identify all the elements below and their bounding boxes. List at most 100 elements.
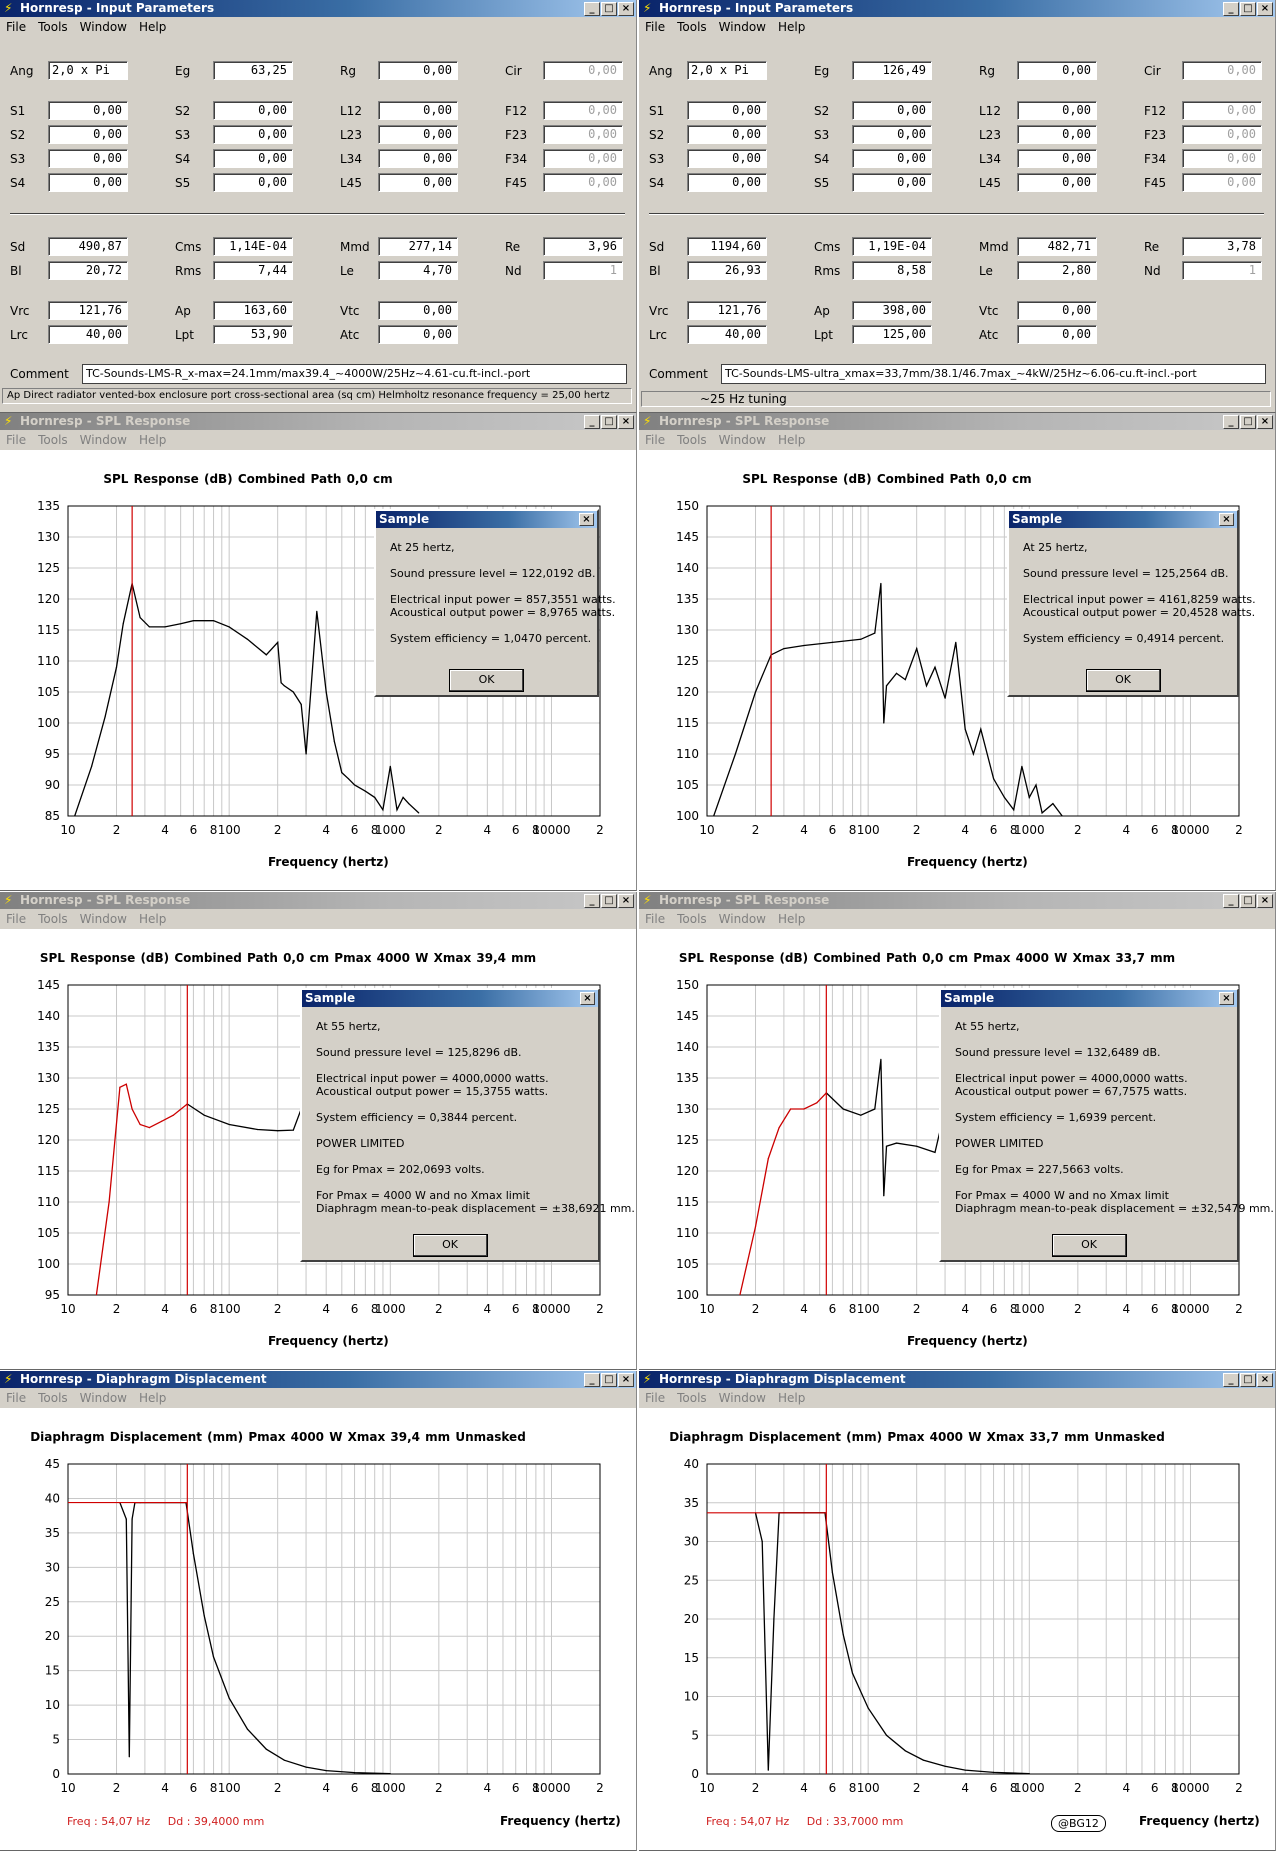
close-icon[interactable]: × (618, 2, 634, 16)
param-field-l34[interactable]: 0,00 (1017, 149, 1097, 168)
maximize-icon[interactable]: □ (601, 2, 617, 16)
titlebar[interactable]: ⚡ Hornresp - Input Parameters _ □ × (639, 0, 1275, 17)
param-field-ang[interactable]: 2,0 x Pi (687, 61, 767, 80)
comment-field[interactable]: TC-Sounds-LMS-R_x-max=24.1mm/max39.4_~40… (82, 364, 627, 384)
menu-file[interactable]: File (639, 20, 671, 34)
param-field-eg[interactable]: 63,25 (213, 61, 293, 80)
dialog-line: Sound pressure level = 132,6489 dB. (955, 1046, 1161, 1059)
param-field-mmd[interactable]: 277,14 (378, 237, 458, 256)
param-field-cms[interactable]: 1,19E-04 (852, 237, 932, 256)
dialog-close-icon[interactable]: × (1219, 992, 1234, 1005)
param-field-l23[interactable]: 0,00 (378, 125, 458, 144)
param-field-f45[interactable]: 0,00 (1182, 173, 1262, 192)
close-icon[interactable]: × (1257, 2, 1273, 16)
menu-window[interactable]: Window (74, 20, 133, 34)
param-field-f34[interactable]: 0,00 (543, 149, 623, 168)
param-field-cir[interactable]: 0,00 (1182, 61, 1262, 80)
param-field-l23[interactable]: 0,00 (1017, 125, 1097, 144)
param-field-f34[interactable]: 0,00 (1182, 149, 1262, 168)
param-field-atc[interactable]: 0,00 (378, 325, 458, 344)
param-field-s2[interactable]: 0,00 (687, 125, 767, 144)
ok-button[interactable]: OK (1085, 669, 1161, 692)
ok-button[interactable]: OK (1051, 1234, 1127, 1257)
param-field-s4[interactable]: 0,00 (48, 173, 128, 192)
param-field-s3[interactable]: 0,00 (48, 149, 128, 168)
menu-file[interactable]: File (0, 20, 32, 34)
param-field-re[interactable]: 3,78 (1182, 237, 1262, 256)
param-field-s4[interactable]: 0,00 (213, 149, 293, 168)
menu-help[interactable]: Help (133, 20, 172, 34)
menu-window[interactable]: Window (713, 20, 772, 34)
dialog-close-icon[interactable]: × (579, 513, 594, 526)
param-field-s3[interactable]: 0,00 (852, 125, 932, 144)
param-field-re[interactable]: 3,96 (543, 237, 623, 256)
param-field-le[interactable]: 2,80 (1017, 261, 1097, 280)
menu-help[interactable]: Help (772, 20, 811, 34)
param-field-rms[interactable]: 7,44 (213, 261, 293, 280)
ok-button[interactable]: OK (412, 1234, 488, 1257)
param-field-vrc[interactable]: 121,76 (687, 301, 767, 320)
param-field-s4[interactable]: 0,00 (687, 173, 767, 192)
param-field-eg[interactable]: 126,49 (852, 61, 932, 80)
param-field-ap[interactable]: 398,00 (852, 301, 932, 320)
menu-tools[interactable]: Tools (32, 20, 74, 34)
param-field-l45[interactable]: 0,00 (1017, 173, 1097, 192)
param-field-s1[interactable]: 0,00 (48, 101, 128, 120)
param-field-vtc[interactable]: 0,00 (1017, 301, 1097, 320)
param-field-f12[interactable]: 0,00 (1182, 101, 1262, 120)
param-field-mmd[interactable]: 482,71 (1017, 237, 1097, 256)
param-field-rms[interactable]: 8,58 (852, 261, 932, 280)
param-field-sd[interactable]: 1194,60 (687, 237, 767, 256)
param-field-rg[interactable]: 0,00 (1017, 61, 1097, 80)
param-field-le[interactable]: 4,70 (378, 261, 458, 280)
param-field-lrc[interactable]: 40,00 (48, 325, 128, 344)
minimize-icon[interactable]: _ (1223, 2, 1239, 16)
param-field-s2[interactable]: 0,00 (852, 101, 932, 120)
param-field-nd[interactable]: 1 (543, 261, 623, 280)
param-field-ap[interactable]: 163,60 (213, 301, 293, 320)
dialog-close-icon[interactable]: × (1219, 513, 1234, 526)
dialog-titlebar[interactable]: Sample × (1009, 511, 1237, 528)
param-field-ang[interactable]: 2,0 x Pi (48, 61, 128, 80)
param-field-f45[interactable]: 0,00 (543, 173, 623, 192)
ok-button[interactable]: OK (449, 669, 524, 692)
dialog-titlebar[interactable]: Sample × (941, 990, 1237, 1007)
param-field-f12[interactable]: 0,00 (543, 101, 623, 120)
param-field-s5[interactable]: 0,00 (213, 173, 293, 192)
comment-field[interactable]: TC-Sounds-LMS-ultra_xmax=33,7mm/38.1/46.… (721, 364, 1266, 384)
param-field-cir[interactable]: 0,00 (543, 61, 623, 80)
param-field-sd[interactable]: 490,87 (48, 237, 128, 256)
maximize-icon[interactable]: □ (1240, 2, 1256, 16)
param-field-s1[interactable]: 0,00 (687, 101, 767, 120)
param-field-l12[interactable]: 0,00 (1017, 101, 1097, 120)
dialog-titlebar[interactable]: Sample × (376, 511, 597, 528)
param-field-vtc[interactable]: 0,00 (378, 301, 458, 320)
param-field-s2[interactable]: 0,00 (213, 101, 293, 120)
param-field-lpt[interactable]: 125,00 (852, 325, 932, 344)
param-label: Rg (340, 64, 356, 78)
param-field-l34[interactable]: 0,00 (378, 149, 458, 168)
param-field-atc[interactable]: 0,00 (1017, 325, 1097, 344)
param-field-f23[interactable]: 0,00 (543, 125, 623, 144)
param-field-vrc[interactable]: 121,76 (48, 301, 128, 320)
param-field-f23[interactable]: 0,00 (1182, 125, 1262, 144)
param-field-bl[interactable]: 20,72 (48, 261, 128, 280)
param-field-s3[interactable]: 0,00 (687, 149, 767, 168)
dialog-close-icon[interactable]: × (580, 992, 595, 1005)
param-field-s2[interactable]: 0,00 (48, 125, 128, 144)
menu-tools[interactable]: Tools (671, 20, 713, 34)
param-field-s3[interactable]: 0,00 (213, 125, 293, 144)
param-field-bl[interactable]: 26,93 (687, 261, 767, 280)
minimize-icon[interactable]: _ (584, 2, 600, 16)
param-field-s5[interactable]: 0,00 (852, 173, 932, 192)
dialog-titlebar[interactable]: Sample × (302, 990, 598, 1007)
param-field-l12[interactable]: 0,00 (378, 101, 458, 120)
param-field-lrc[interactable]: 40,00 (687, 325, 767, 344)
titlebar[interactable]: ⚡ Hornresp - Input Parameters _ □ × (0, 0, 636, 17)
param-field-s4[interactable]: 0,00 (852, 149, 932, 168)
param-field-cms[interactable]: 1,14E-04 (213, 237, 293, 256)
param-field-nd[interactable]: 1 (1182, 261, 1262, 280)
param-field-rg[interactable]: 0,00 (378, 61, 458, 80)
param-field-lpt[interactable]: 53,90 (213, 325, 293, 344)
param-field-l45[interactable]: 0,00 (378, 173, 458, 192)
